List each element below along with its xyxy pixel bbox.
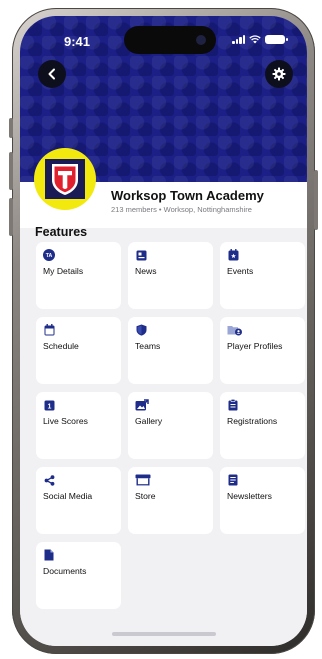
clipboard-icon [227, 399, 239, 411]
gear-icon [272, 67, 286, 81]
crest-shield-icon [52, 164, 78, 195]
wifi-icon [249, 34, 261, 43]
cellular-signal-icon [232, 34, 245, 44]
feature-label: Schedule [43, 341, 79, 351]
feature-tile-newsletters[interactable]: Newsletters [220, 467, 305, 534]
feature-label: Events [227, 266, 254, 276]
club-crest [45, 159, 85, 199]
feature-tile-gallery[interactable]: Gallery [128, 392, 213, 459]
store-icon [135, 474, 151, 486]
chevron-left-icon [48, 68, 55, 80]
my-details-badge: TA [46, 253, 53, 259]
settings-button[interactable] [265, 60, 293, 88]
club-name: Worksop Town Academy [111, 188, 264, 203]
calendar-star-icon [227, 249, 239, 261]
feature-label: News [135, 266, 157, 276]
status-icons [232, 34, 288, 44]
feature-tile-events[interactable]: Events [220, 242, 305, 309]
feature-label: Live Scores [43, 416, 88, 426]
feature-tile-live-scores[interactable]: 1 Live Scores [36, 392, 121, 459]
feature-tile-player-profiles[interactable]: Player Profiles [220, 317, 305, 384]
feature-label: Social Media [43, 491, 93, 501]
phone-power-button [314, 170, 318, 230]
live-scores-badge: 1 [47, 403, 51, 410]
back-button[interactable] [38, 60, 66, 88]
feature-label: My Details [43, 266, 84, 276]
camera-lens [196, 35, 206, 45]
feature-tile-social-media[interactable]: Social Media [36, 467, 121, 534]
feature-tile-teams[interactable]: Teams [128, 317, 213, 384]
feature-tile-registrations[interactable]: Registrations [220, 392, 305, 459]
feature-tile-documents[interactable]: Documents [36, 542, 121, 609]
feature-tile-schedule[interactable]: Schedule [36, 317, 121, 384]
feature-label: Gallery [135, 416, 163, 426]
feature-label: Documents [43, 566, 87, 576]
club-logo[interactable] [34, 148, 96, 210]
calendar-icon [43, 324, 55, 336]
feature-tile-my-details[interactable]: TA My Details [36, 242, 121, 309]
feature-label: Store [135, 491, 156, 501]
phone-mockup: 9:41 Worksop Town Academy 213 members • … [0, 0, 322, 659]
feature-tile-store[interactable]: Store [128, 467, 213, 534]
feature-label: Player Profiles [227, 341, 283, 351]
phone-volume-down-button [9, 198, 13, 236]
home-indicator[interactable] [112, 632, 216, 636]
feature-label: Newsletters [227, 491, 272, 501]
club-subtitle: 213 members • Worksop, Nottinghamshire [111, 205, 252, 214]
newsletter-icon [227, 474, 239, 486]
share-icon [43, 474, 55, 486]
feature-label: Teams [135, 341, 161, 351]
newspaper-icon [135, 249, 147, 261]
status-time: 9:41 [64, 34, 91, 49]
shield-icon [135, 324, 147, 336]
feature-tile-news[interactable]: News [128, 242, 213, 309]
app-screen: 9:41 Worksop Town Academy 213 members • … [20, 16, 307, 646]
features-heading: Features [35, 225, 88, 239]
dynamic-island [124, 26, 216, 54]
feature-label: Registrations [227, 416, 278, 426]
battery-icon [265, 34, 288, 44]
features-grid: TA My Details News Events Schedule Teams… [36, 242, 306, 609]
profile-folder-icon [227, 324, 243, 336]
phone-volume-up-button [9, 152, 13, 190]
user-badge-icon: TA [43, 249, 55, 261]
phone-silent-switch [9, 118, 13, 138]
document-icon [43, 549, 55, 561]
scoreboard-icon: 1 [43, 399, 55, 411]
gallery-icon [135, 399, 149, 411]
